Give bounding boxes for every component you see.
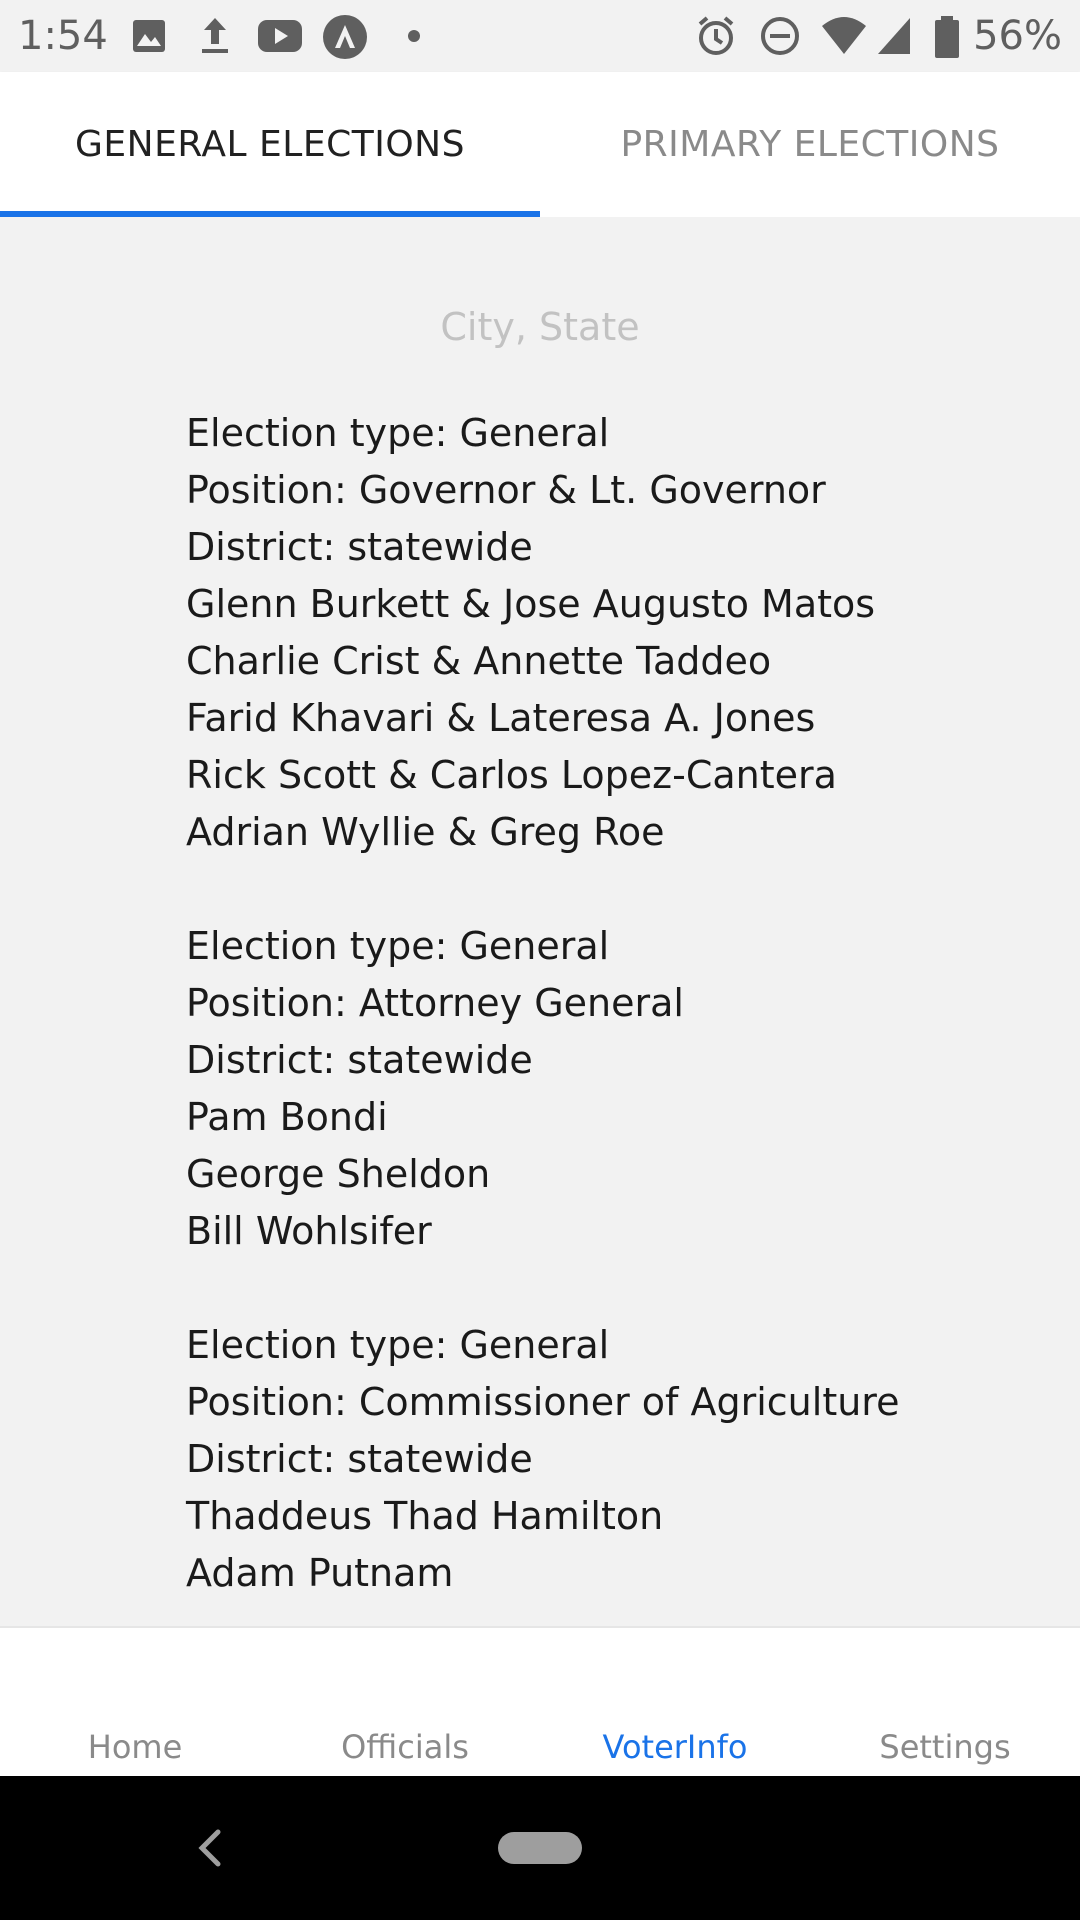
election-type: Election type: General	[186, 1323, 610, 1367]
tab-general-elections[interactable]: GENERAL ELECTIONS	[0, 72, 540, 217]
election-position: Position: Commissioner of Agriculture	[186, 1380, 900, 1424]
candidate: Charlie Crist & Annette Taddeo	[186, 639, 772, 683]
alarm-icon	[698, 16, 734, 55]
nav-voterinfo[interactable]: VoterInfo	[540, 1728, 810, 1766]
candidate: Adam Putnam	[186, 1551, 454, 1595]
image-icon	[133, 20, 165, 52]
election-position: Position: Attorney General	[186, 981, 684, 1025]
nav-home[interactable]: Home	[0, 1728, 270, 1766]
app-logo-icon	[323, 15, 367, 59]
candidate: George Sheldon	[186, 1152, 491, 1196]
status-time: 1:54	[18, 13, 108, 59]
do-not-disturb-icon	[761, 17, 799, 55]
app-screen: 1:54 56% GENERAL ELECTIONS PRIMARY ELECT…	[0, 0, 1080, 1920]
elections-list: Election type: General Position: Governo…	[186, 405, 1046, 1627]
back-icon[interactable]	[190, 1818, 230, 1878]
signal-icon	[878, 18, 910, 54]
system-navigation-bar	[0, 1776, 1080, 1920]
candidate: Rick Scott & Carlos Lopez-Cantera	[186, 753, 837, 797]
upload-icon	[202, 18, 228, 53]
wifi-icon	[822, 17, 866, 54]
home-pill-button[interactable]	[498, 1832, 582, 1864]
election-district: District: statewide	[186, 1038, 533, 1082]
election-type: Election type: General	[186, 411, 610, 455]
status-bar: 1:54 56%	[0, 0, 1080, 72]
candidate: Adrian Wyllie & Greg Roe	[186, 810, 665, 854]
candidate: Farid Khavari & Lateresa A. Jones	[186, 696, 816, 740]
tab-primary-elections[interactable]: PRIMARY ELECTIONS	[540, 72, 1080, 217]
election-type: Election type: General	[186, 924, 610, 968]
election-item: Election type: General Position: Attorne…	[186, 918, 1046, 1260]
candidate: Pam Bondi	[186, 1095, 388, 1139]
election-tabs: GENERAL ELECTIONS PRIMARY ELECTIONS	[0, 72, 1080, 217]
election-district: District: statewide	[186, 525, 533, 569]
location-label: City, State	[440, 305, 640, 349]
elections-content[interactable]: City, State Election type: General Posit…	[0, 217, 1080, 1627]
election-item: Election type: General Position: Governo…	[186, 405, 1046, 861]
youtube-icon	[258, 20, 302, 52]
nav-settings[interactable]: Settings	[810, 1728, 1080, 1766]
nav-officials[interactable]: Officials	[270, 1728, 540, 1766]
dot-icon	[408, 30, 420, 42]
election-item: Election type: General Position: Commiss…	[186, 1317, 1046, 1602]
bottom-navigation: Home Officials VoterInfo Settings	[0, 1626, 1080, 1778]
candidate: Bill Wohlsifer	[186, 1209, 432, 1253]
candidate: Thaddeus Thad Hamilton	[186, 1494, 664, 1538]
candidate: Glenn Burkett & Jose Augusto Matos	[186, 582, 876, 626]
battery-percentage: 56%	[973, 13, 1062, 59]
election-district: District: statewide	[186, 1437, 533, 1481]
battery-icon	[935, 16, 959, 58]
election-position: Position: Governor & Lt. Governor	[186, 468, 826, 512]
